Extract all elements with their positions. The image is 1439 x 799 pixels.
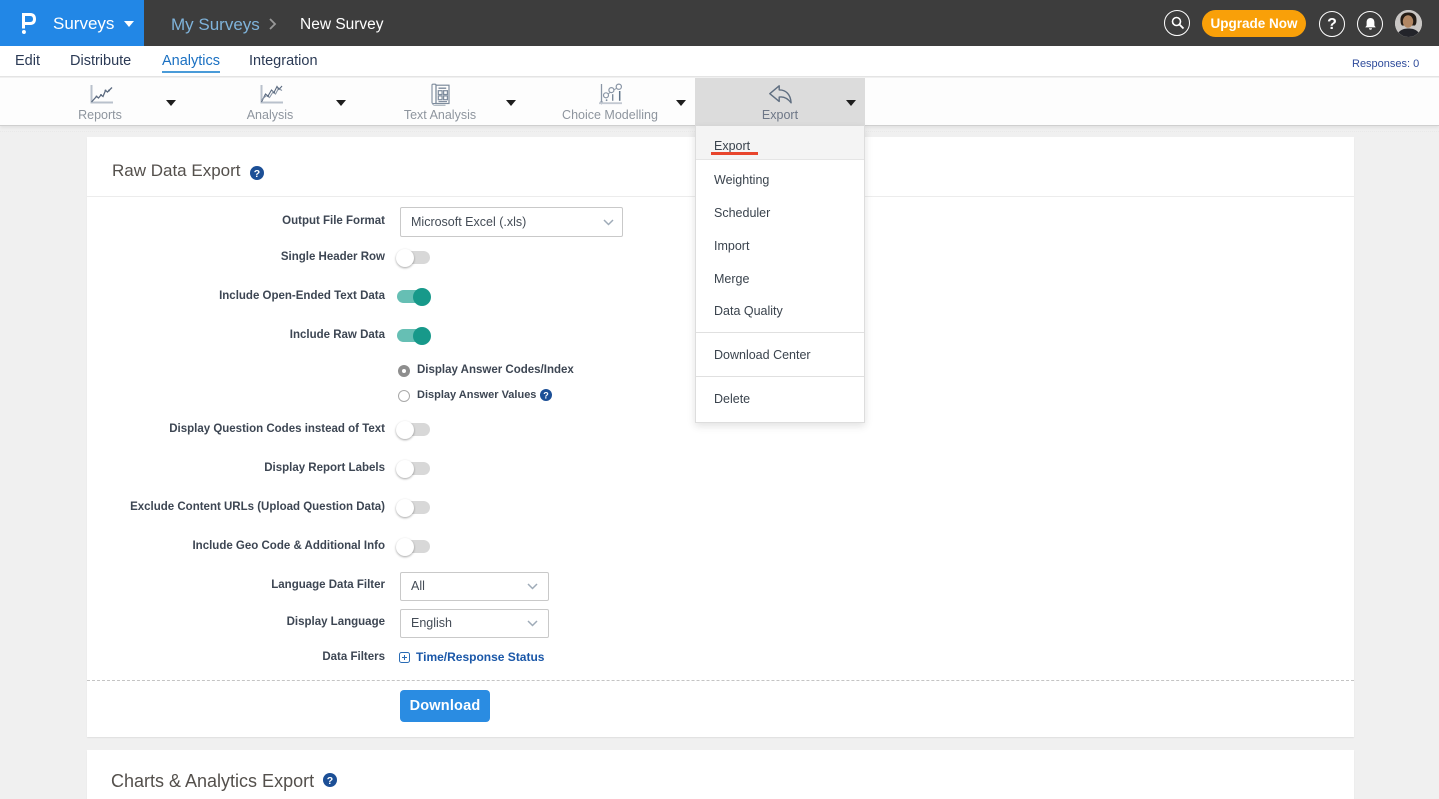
svg-text:?: ? <box>327 775 333 787</box>
svg-text:?: ? <box>543 390 549 400</box>
svg-text:?: ? <box>254 168 260 180</box>
